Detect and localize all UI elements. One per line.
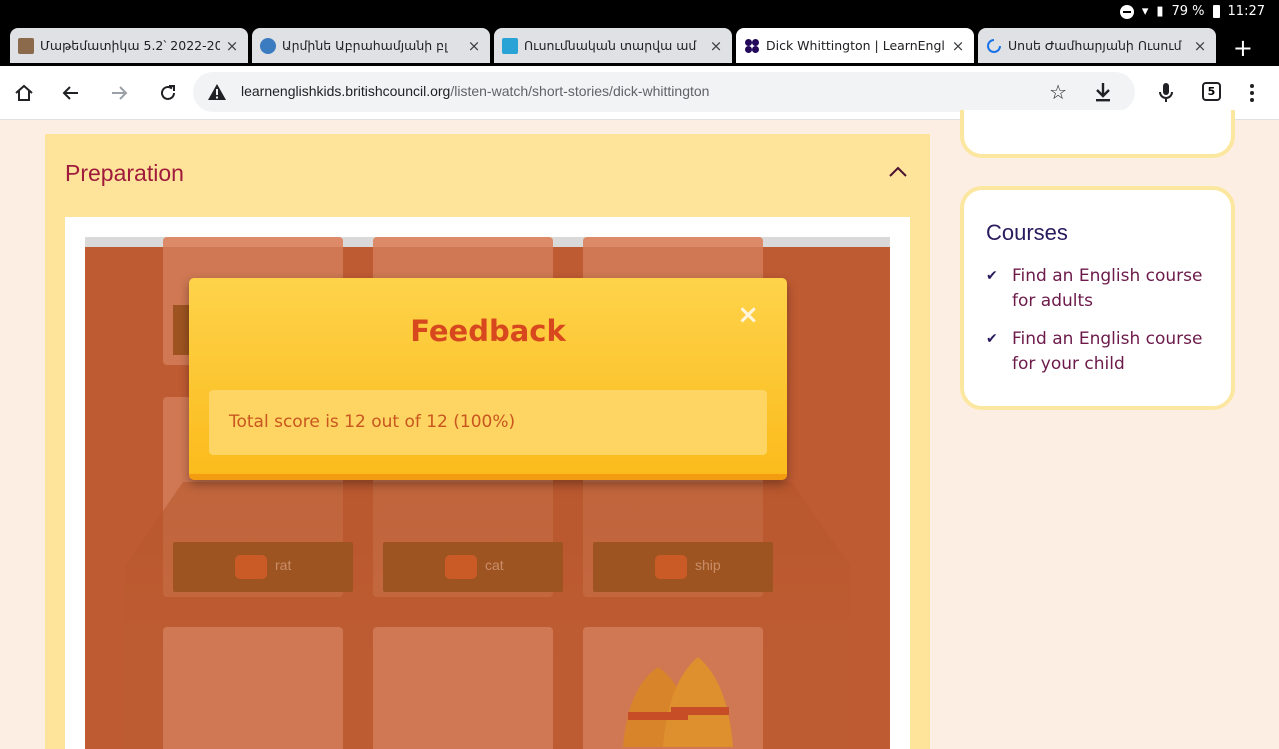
tab-1[interactable]: Մաթեմատիկա 5.2՝ 2022-20 × bbox=[10, 28, 248, 63]
status-bar: ▾ ▮ 79 % 11:27 bbox=[0, 0, 1279, 25]
forward-arrow-icon bbox=[112, 86, 128, 100]
score-box: Total score is 12 out of 12 (100%) bbox=[209, 390, 767, 455]
voice-search-button[interactable] bbox=[1153, 80, 1179, 106]
menu-button[interactable] bbox=[1239, 80, 1265, 106]
tab-favicon-icon bbox=[18, 37, 34, 54]
download-icon[interactable] bbox=[1093, 81, 1113, 103]
home-button[interactable] bbox=[11, 80, 37, 106]
more-vertical-icon bbox=[1250, 84, 1254, 102]
not-secure-warning-icon[interactable] bbox=[207, 82, 227, 102]
tab-2[interactable]: Արմինե Աբրահամյանի բլ × bbox=[252, 28, 490, 63]
tab-title: Ուսումնական տարվա ամ bbox=[524, 38, 697, 53]
section-title[interactable]: Preparation bbox=[65, 160, 184, 187]
tab-title: Սոսե Ժամհարյանի Ուսում bbox=[1008, 38, 1182, 53]
battery-percentage: 79 % bbox=[1171, 4, 1205, 19]
course-link-child[interactable]: ✔ Find an English course for your child bbox=[986, 327, 1216, 377]
courses-title: Courses bbox=[986, 220, 1068, 245]
chevron-up-icon[interactable] bbox=[888, 166, 908, 178]
course-link-label[interactable]: Find an English course for adults bbox=[986, 264, 1216, 314]
loading-spinner-icon bbox=[987, 38, 1001, 53]
reload-button[interactable] bbox=[155, 80, 181, 106]
clock: 11:27 bbox=[1227, 4, 1265, 19]
tab-close-icon[interactable]: × bbox=[1192, 37, 1208, 55]
tab-favicon-icon bbox=[502, 37, 518, 54]
check-icon: ✔ bbox=[986, 331, 998, 347]
tab-title: Արմինե Աբրահամյանի բլ bbox=[282, 38, 448, 53]
bookmark-star-icon[interactable]: ☆ bbox=[1049, 80, 1067, 104]
courses-card: Courses ✔ Find an English course for adu… bbox=[960, 186, 1235, 410]
tab-title: Մաթեմատիկա 5.2՝ 2022-20 bbox=[40, 38, 220, 53]
wordpress-icon bbox=[260, 37, 276, 54]
tab-close-icon[interactable]: × bbox=[224, 37, 240, 55]
do-not-disturb-icon bbox=[1119, 4, 1134, 19]
address-bar[interactable]: learnenglishkids.britishcouncil.org/list… bbox=[193, 72, 1135, 112]
score-message: Total score is 12 out of 12 (100%) bbox=[229, 412, 516, 432]
british-council-icon bbox=[745, 38, 759, 53]
battery-icon bbox=[1212, 5, 1220, 18]
signal-icon: ▮ bbox=[1156, 4, 1164, 19]
course-link-label[interactable]: Find an English course for your child bbox=[986, 327, 1216, 377]
url-domain: learnenglishkids.britishcouncil.org bbox=[241, 83, 451, 99]
dialog-title: Feedback bbox=[410, 314, 566, 348]
course-link-adults[interactable]: ✔ Find an English course for adults bbox=[986, 264, 1216, 314]
reload-icon bbox=[161, 85, 175, 100]
tab-4-active[interactable]: Dick Whittington | LearnEnglish K × bbox=[736, 28, 974, 63]
back-button[interactable] bbox=[58, 80, 84, 106]
microphone-icon bbox=[1159, 83, 1173, 102]
feedback-dialog: × Feedback Total score is 12 out of 12 (… bbox=[189, 278, 787, 480]
tab-switcher-button[interactable]: 5 bbox=[1202, 82, 1221, 101]
tab-5[interactable]: Սոսե Ժամհարյանի Ուսում × bbox=[978, 28, 1216, 63]
tab-strip: Մաթեմատիկա 5.2՝ 2022-20 × Արմինե Աբրահամ… bbox=[0, 25, 1279, 66]
new-tab-button[interactable]: + bbox=[1233, 34, 1253, 62]
sidebar-card-top bbox=[960, 110, 1235, 158]
url-path: /listen-watch/short-stories/dick-whittin… bbox=[450, 83, 710, 99]
tab-title: Dick Whittington | LearnEnglish K bbox=[766, 38, 946, 53]
tab-3[interactable]: Ուսումնական տարվա ամ × bbox=[494, 28, 732, 63]
tab-close-icon[interactable]: × bbox=[708, 37, 724, 55]
forward-button[interactable] bbox=[106, 80, 132, 106]
wifi-icon: ▾ bbox=[1141, 4, 1149, 19]
url-text: learnenglishkids.britishcouncil.org/list… bbox=[241, 83, 709, 99]
back-arrow-icon bbox=[62, 86, 78, 100]
tab-close-icon[interactable]: × bbox=[950, 37, 966, 55]
home-icon bbox=[15, 84, 33, 101]
check-icon: ✔ bbox=[986, 268, 998, 284]
tab-close-icon[interactable]: × bbox=[466, 37, 482, 55]
